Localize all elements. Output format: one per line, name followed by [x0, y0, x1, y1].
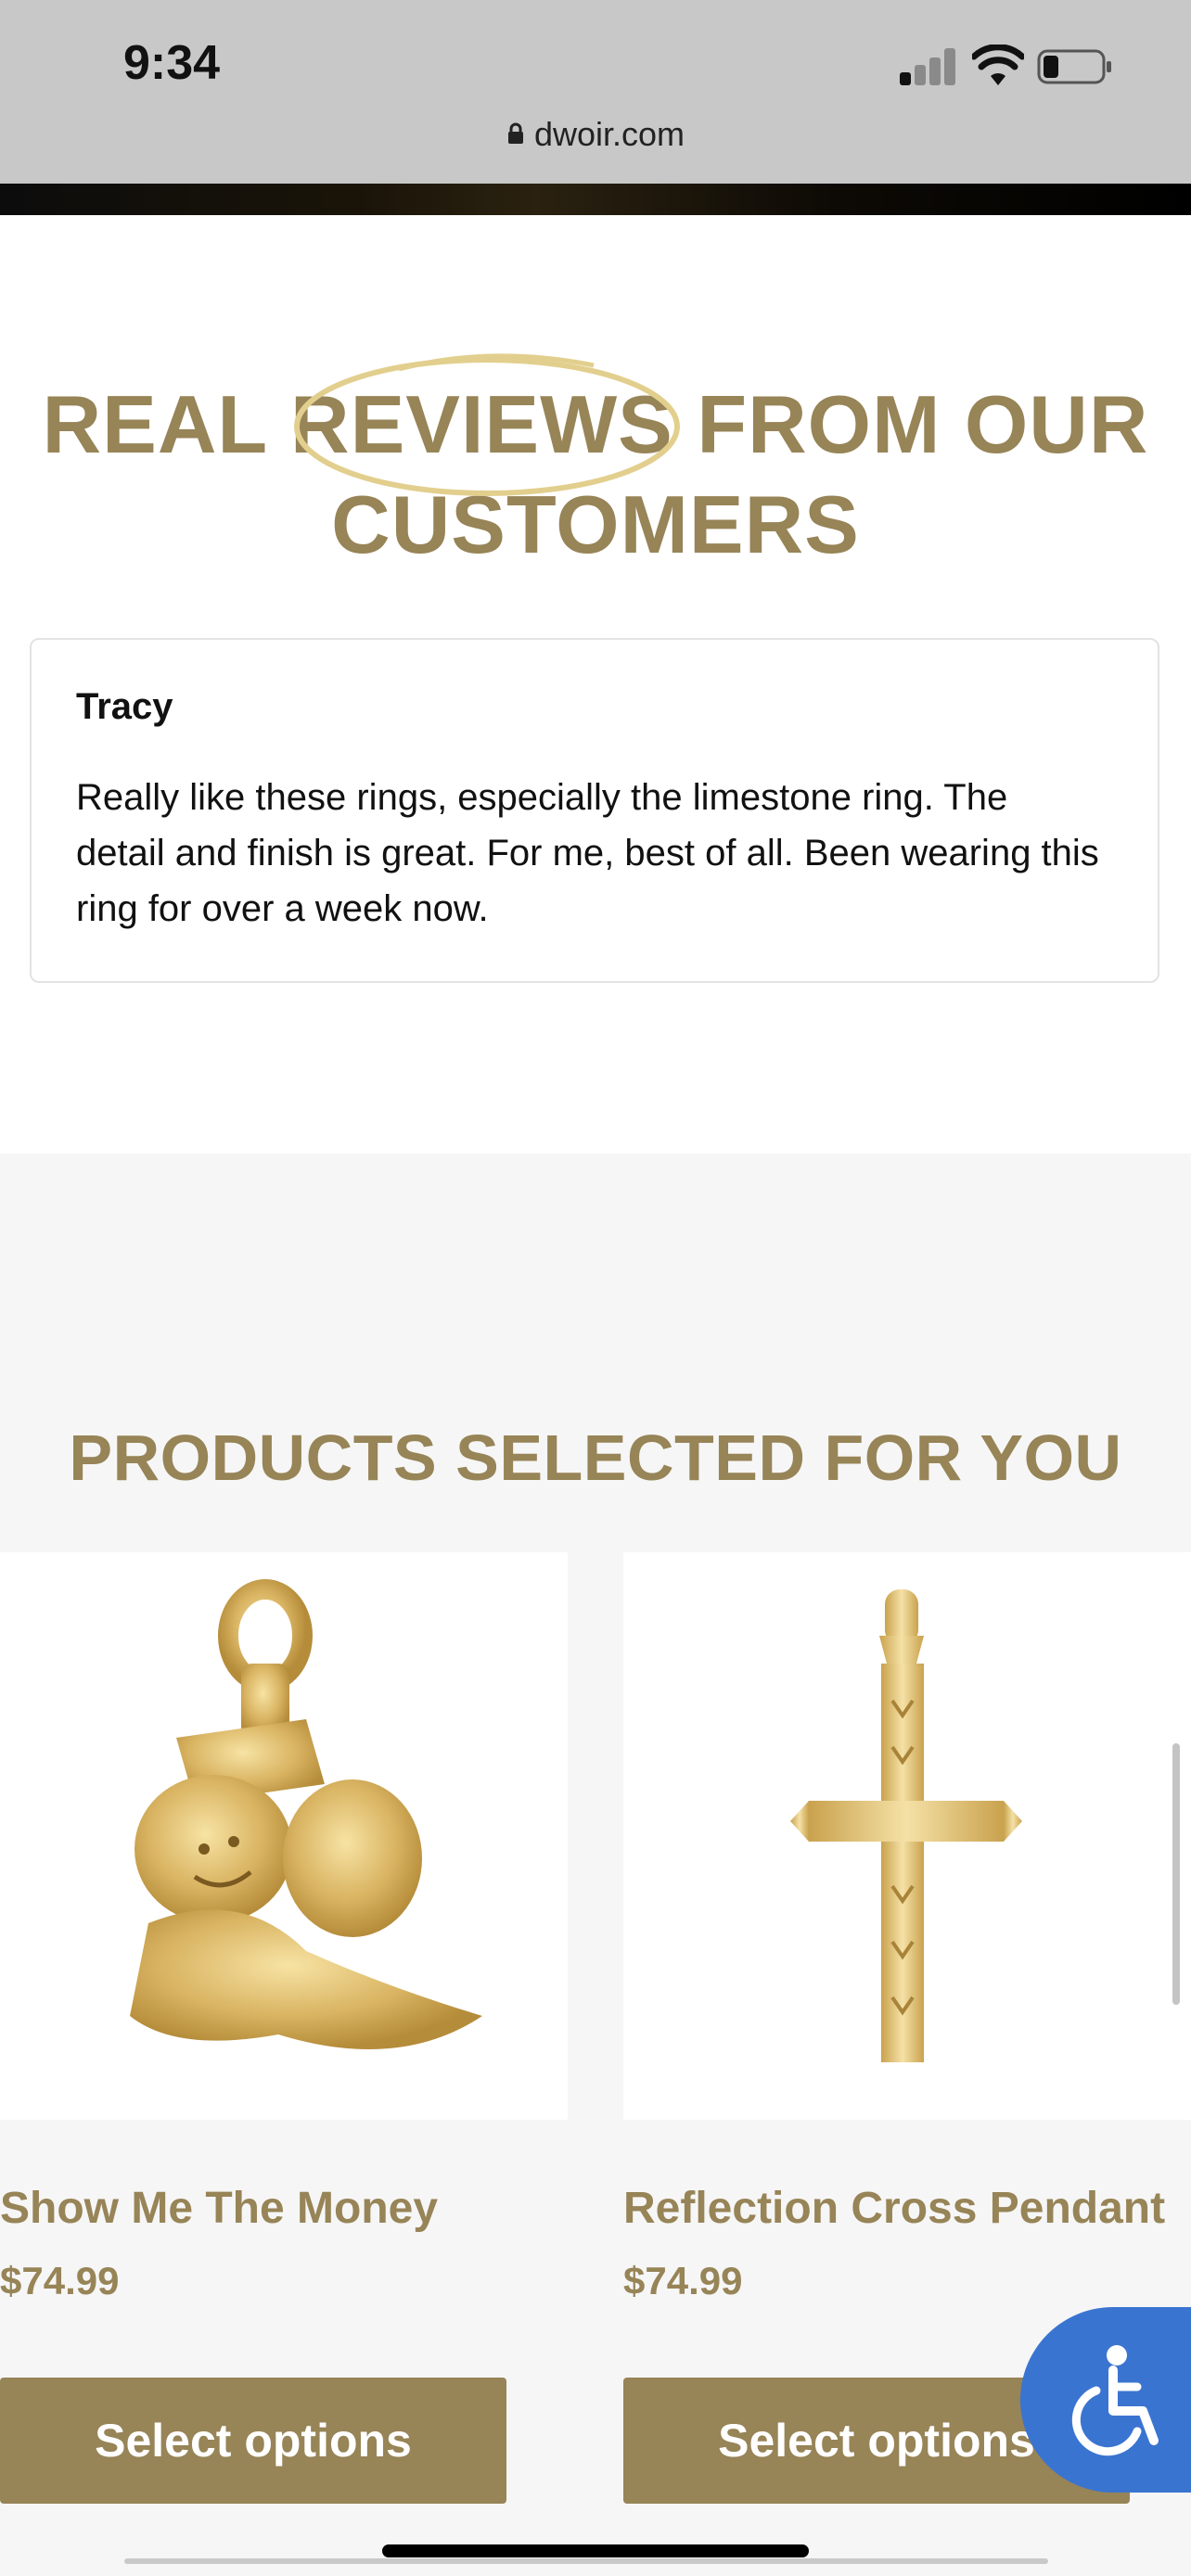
lock-icon — [507, 123, 523, 145]
hero-image-edge — [0, 184, 1191, 215]
home-indicator[interactable] — [382, 2544, 809, 2557]
reviews-heading-word: FROM OUR — [697, 378, 1149, 470]
cross-pendant-icon — [790, 1589, 1022, 2062]
money-character-pendant-icon — [130, 1579, 482, 2049]
product-name[interactable]: Reflection Cross Pendant — [623, 2183, 1165, 2234]
status-bar: 9:34 dwoir.com — [0, 0, 1191, 184]
review-card: Tracy Really like these rings, especiall… — [30, 638, 1159, 983]
product-image[interactable] — [623, 1552, 1191, 2120]
url-text: dwoir.com — [533, 115, 685, 153]
reviews-heading: REAL REVIEWS FROM OUR CUSTOMERS — [0, 375, 1191, 575]
reviews-heading-word: REAL — [42, 378, 267, 470]
scrollbar[interactable] — [1172, 1743, 1180, 2005]
reviewer-name: Tracy — [76, 686, 173, 727]
product-name[interactable]: Show Me The Money — [0, 2183, 438, 2234]
product-card[interactable]: Show Me The Money $74.99 Select options — [0, 1552, 568, 2504]
select-options-button[interactable]: Select options — [0, 2378, 506, 2504]
products-heading: PRODUCTS SELECTED FOR YOU — [69, 1422, 1122, 1494]
accessibility-button[interactable] — [1020, 2307, 1191, 2493]
product-card[interactable]: Reflection Cross Pendant $74.99 Select o… — [623, 1552, 1191, 2504]
review-text: Really like these rings, especially the … — [76, 777, 1099, 929]
cellular-signal-icon — [900, 48, 955, 85]
product-price: $74.99 — [0, 2259, 120, 2302]
reviews-heading-line2: CUSTOMERS — [331, 478, 860, 570]
status-time: 9:34 — [123, 36, 221, 90]
wifi-icon — [972, 45, 1024, 85]
battery-icon — [1037, 49, 1111, 84]
reviews-heading-highlight: REVIEWS — [290, 378, 673, 470]
product-image[interactable] — [0, 1552, 568, 2120]
product-price: $74.99 — [623, 2259, 743, 2302]
address-bar[interactable]: dwoir.com — [0, 115, 1191, 154]
wheelchair-icon — [1071, 2345, 1159, 2456]
page-divider — [124, 2558, 1048, 2564]
